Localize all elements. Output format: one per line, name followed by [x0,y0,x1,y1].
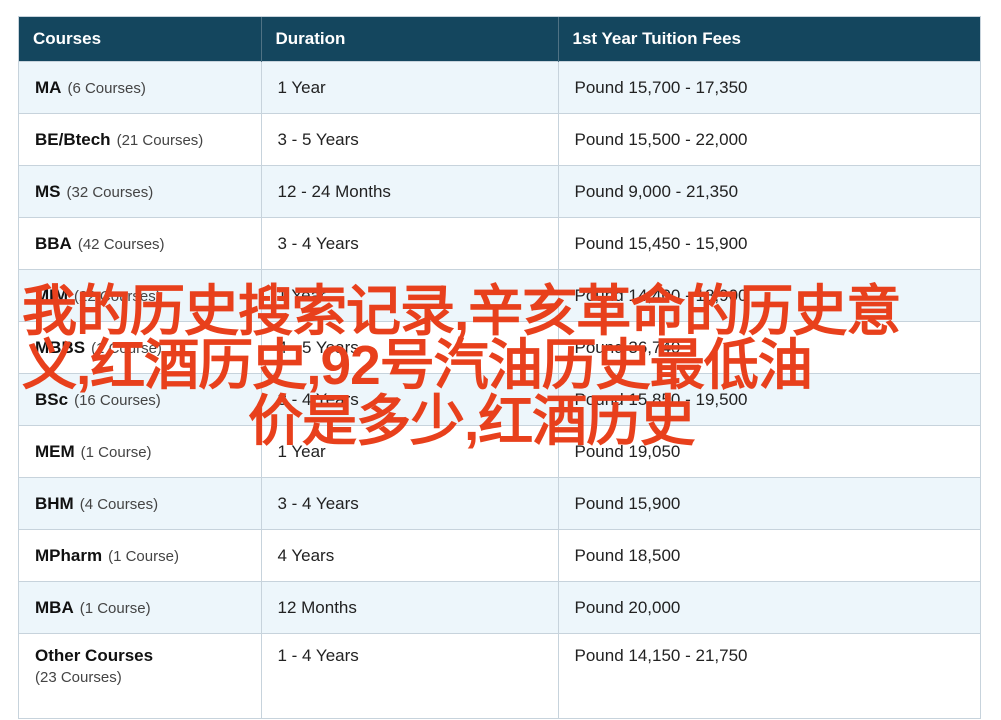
table-body: MA (6 Courses) 1 Year Pound 15,700 - 17,350… [19,61,980,718]
course-name: MBA [35,597,74,617]
course-cell: BE/Btech (21 Courses) [19,113,262,166]
course-name: BHM [35,493,74,513]
course-cell: MA (6 Courses) [19,61,262,114]
duration-cell: 12 Months [261,581,559,634]
course-name: MEM [35,441,75,461]
course-count: (1 Course) [79,599,151,617]
table-row: BSc (16 Courses) 3 - 4 Years Pound 15,850 -… [19,373,980,426]
course-count: (23 Courses) [35,669,122,686]
table-row: MPharm (1 Course) 4 Years Pound 18,500 [19,529,980,582]
course-count: (22 Courses) [74,287,161,305]
duration-cell: 3 - 4 Years [261,477,559,530]
course-cell: MIM (22 Courses) [19,269,262,322]
courses-table: Courses Duration 1st Year Tuition Fees M… [19,17,980,718]
course-cell: BHM (4 Courses) [19,477,262,530]
course-name: MIM [35,285,69,305]
course-count: (42 Courses) [77,235,165,253]
course-name: BSc [35,389,69,409]
duration-cell: 3 - 4 Years [261,373,559,426]
course-count: (4 Courses) [79,495,159,513]
course-count: (21 Courses) [116,131,204,149]
tuition-fee-cell: Pound 9,000 - 21,350 [558,165,980,218]
course-count: (1 Course) [80,443,152,461]
course-cell: BSc (16 Courses) [19,373,262,426]
duration-cell: 1 Year [261,425,559,478]
table-row: MBA (1 Course) 12 Months Pound 20,000 [19,581,980,634]
header-tuition-fees: 1st Year Tuition Fees [558,17,980,62]
course-name: BBA [35,233,72,253]
course-name: Other Courses [35,646,154,665]
course-name: MA [35,77,62,97]
course-cell: MBBS (1 Course) [19,321,262,374]
duration-cell: 1 Year [261,269,559,322]
tuition-fee-cell: Pound 18,500 [558,529,980,582]
duration-cell: 12 - 24 Months [261,165,559,218]
course-cell: Other Courses (23 Courses) [19,633,262,718]
duration-cell: 1 Year [261,61,559,114]
duration-cell: 1 - 4 Years [261,633,559,718]
table-row: BE/Btech (21 Courses) 3 - 5 Years Pound 15,… [19,113,980,166]
header-duration: Duration [261,17,559,62]
header-courses: Courses [19,17,262,62]
course-name: BE/Btech [35,129,111,149]
course-count: (16 Courses) [74,391,161,409]
duration-cell: 3 - 5 Years [261,113,559,166]
tuition-fee-cell: Pound 15,450 - 15,900 [558,217,980,270]
table-row: MBBS (1 Course) 4 - 5 Years Pound 36,740 [19,321,980,374]
tuition-fee-cell: Pound 14,400 - 18,900 [558,269,980,322]
tuition-fee-cell: Pound 36,740 [558,321,980,374]
duration-cell: 4 Years [261,529,559,582]
course-count: (1 Course) [108,547,179,565]
duration-cell: 4 - 5 Years [261,321,559,374]
duration-cell: 3 - 4 Years [261,217,559,270]
tuition-fee-cell: Pound 20,000 [558,581,980,634]
course-cell: MBA (1 Course) [19,581,262,634]
courses-table-container: Courses Duration 1st Year Tuition Fees M… [18,16,981,719]
table-row: MIM (22 Courses) 1 Year Pound 14,400 - 18,9… [19,269,980,322]
course-name: MBBS [35,337,86,357]
course-name: MS [35,181,61,201]
table-row: Other Courses (23 Courses) 1 - 4 Years Poun… [19,633,980,718]
course-count: (6 Courses) [67,79,146,97]
table-row: MS (32 Courses) 12 - 24 Months Pound 9,000 … [19,165,980,218]
tuition-fee-cell: Pound 15,850 - 19,500 [558,373,980,426]
course-name: MPharm [35,545,103,565]
tuition-fee-cell: Pound 19,050 [558,425,980,478]
table-header-row: Courses Duration 1st Year Tuition Fees [19,17,980,62]
course-cell: MEM (1 Course) [19,425,262,478]
course-count: (32 Courses) [66,183,154,201]
tuition-fee-cell: Pound 14,150 - 21,750 [558,633,980,718]
table-row: MEM (1 Course) 1 Year Pound 19,050 [19,425,980,478]
table-row: BBA (42 Courses) 3 - 4 Years Pound 15,450 -… [19,217,980,270]
tuition-fee-cell: Pound 15,500 - 22,000 [558,113,980,166]
course-cell: BBA (42 Courses) [19,217,262,270]
table-row: BHM (4 Courses) 3 - 4 Years Pound 15,900 [19,477,980,530]
tuition-fee-cell: Pound 15,700 - 17,350 [558,61,980,114]
table-row: MA (6 Courses) 1 Year Pound 15,700 - 17,350 [19,61,980,114]
course-cell: MPharm (1 Course) [19,529,262,582]
course-count: (1 Course) [91,339,162,357]
tuition-fee-cell: Pound 15,900 [558,477,980,530]
course-cell: MS (32 Courses) [19,165,262,218]
